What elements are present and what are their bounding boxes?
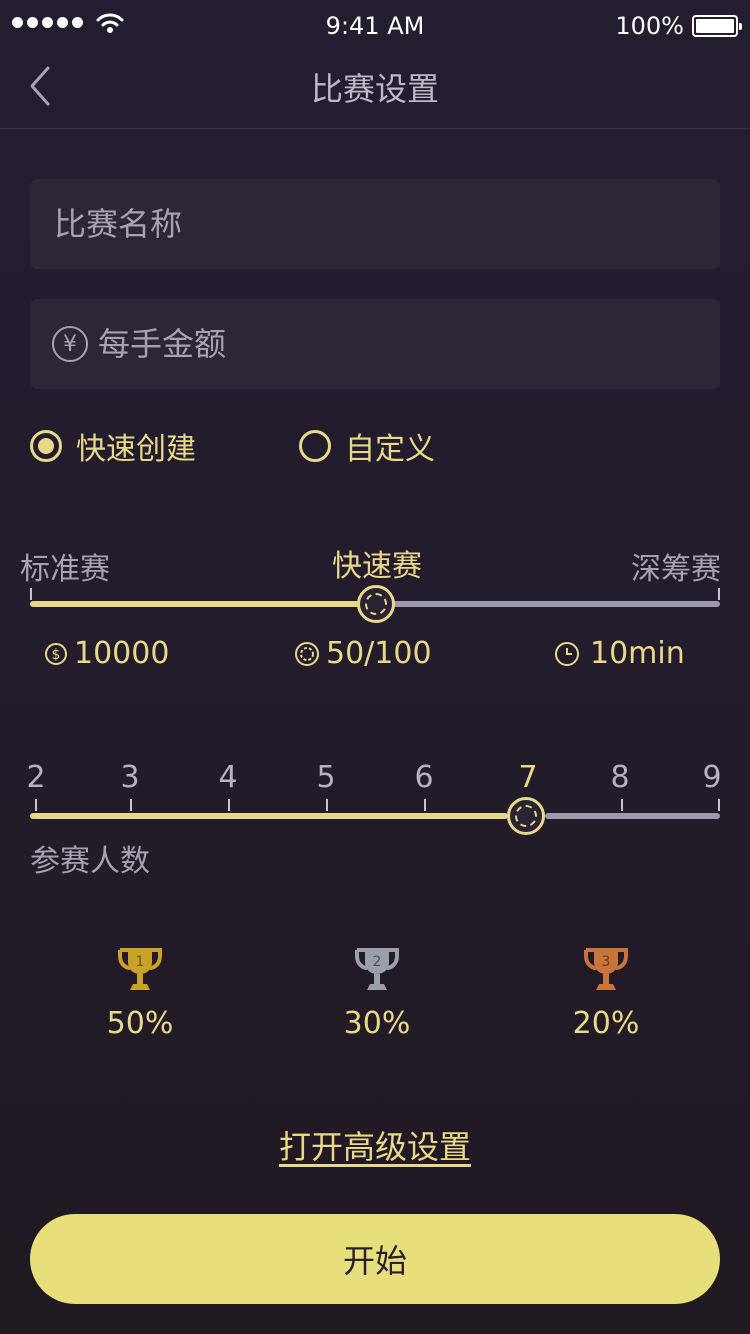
player-tick (621, 799, 623, 811)
yen-icon: ¥ (52, 326, 88, 362)
player-count-5[interactable]: 5 (306, 760, 346, 795)
duration-value: 10min (590, 636, 685, 671)
player-tick (35, 799, 37, 811)
bronze-trophy-icon: 3 (584, 948, 628, 990)
mode-track-filled (30, 601, 360, 607)
player-tick (424, 799, 426, 811)
prize-rank-2: 2 (373, 954, 382, 970)
advanced-settings-row: 打开高级设置 (0, 1122, 750, 1168)
player-count-2[interactable]: 2 (16, 760, 56, 795)
poker-chip-icon (295, 641, 319, 666)
players-track-filled (30, 813, 508, 819)
mode-label-fast[interactable]: 快速赛 (332, 541, 422, 585)
chips-value: 10000 (74, 636, 170, 671)
radio-unselected-icon (299, 430, 331, 462)
prize-percent-second: 30% (343, 1006, 411, 1041)
svg-text:$: $ (52, 647, 61, 663)
amount-field[interactable]: ¥ (30, 299, 720, 389)
prize-rank-1: 1 (136, 954, 145, 970)
prize-third: 3 20% (526, 944, 686, 1041)
mode-slider-handle[interactable] (357, 585, 395, 623)
battery-percent: 100% (615, 12, 684, 40)
mode-label-standard[interactable]: 标准赛 (20, 544, 110, 588)
nav-divider (0, 128, 750, 129)
player-tick (130, 799, 132, 811)
start-button[interactable]: 开始 (30, 1214, 720, 1304)
radio-selected-icon (30, 430, 62, 462)
gold-trophy-icon: 1 (118, 948, 162, 990)
players-track-empty (545, 813, 720, 819)
silver-trophy-icon: 2 (355, 948, 399, 990)
player-tick (718, 799, 720, 811)
prize-rank-3: 3 (602, 954, 611, 970)
prize-first: 1 50% (60, 944, 220, 1041)
player-count-4[interactable]: 4 (208, 760, 248, 795)
players-slider-handle[interactable] (507, 797, 545, 835)
radio-quick-create[interactable]: 快速创建 (30, 424, 196, 468)
match-name-input[interactable] (54, 205, 720, 243)
amount-input[interactable] (98, 325, 720, 363)
mode-track-empty (390, 601, 720, 607)
page-title: 比赛设置 (310, 70, 439, 108)
prize-percent-third: 20% (572, 1006, 640, 1041)
player-count-8[interactable]: 8 (600, 760, 640, 795)
info-duration: 10min (554, 636, 685, 671)
clock-icon (555, 641, 579, 666)
advanced-settings-link[interactable]: 打开高级设置 (279, 1128, 471, 1166)
player-tick (228, 799, 230, 811)
player-count-3[interactable]: 3 (110, 760, 150, 795)
blinds-value: 50/100 (326, 636, 432, 671)
prize-second: 2 30% (297, 944, 457, 1041)
players-label: 参赛人数 (30, 844, 150, 879)
mode-label-deep[interactable]: 深筹赛 (631, 544, 721, 588)
info-chips: $ 10000 (44, 636, 169, 671)
player-count-6[interactable]: 6 (404, 760, 444, 795)
radio-custom[interactable]: 自定义 (299, 424, 435, 468)
radio-label-quick-create: 快速创建 (76, 432, 196, 467)
radio-label-custom: 自定义 (345, 432, 435, 467)
player-tick (326, 799, 328, 811)
battery-icon (692, 15, 742, 37)
info-blinds: 50/100 (294, 636, 432, 671)
match-name-field[interactable] (30, 179, 720, 269)
prize-percent-first: 50% (106, 1006, 174, 1041)
player-count-9[interactable]: 9 (692, 760, 732, 795)
status-bar: 9:41 AM 100% (0, 0, 750, 54)
player-count-7[interactable]: 7 (508, 760, 548, 795)
mode-tick-start (30, 588, 32, 600)
mode-tick-end (718, 588, 720, 600)
dollar-coin-icon: $ (45, 642, 67, 665)
